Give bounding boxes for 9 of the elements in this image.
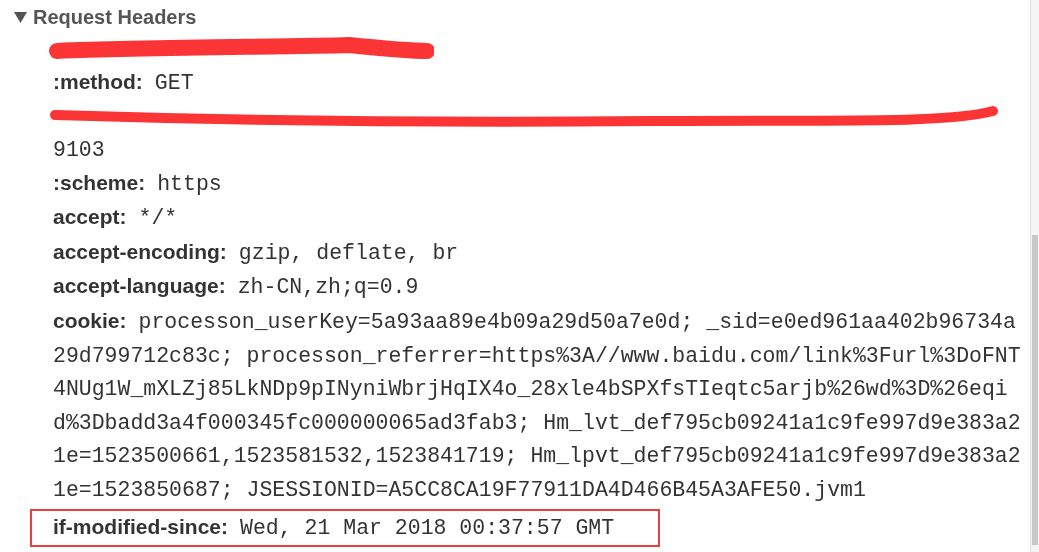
- header-value: 9103: [53, 136, 105, 164]
- header-line: :method: GET: [53, 69, 194, 97]
- header-line: accept-encoding: gzip, deflate, br: [53, 238, 459, 267]
- header-line: :scheme: https: [53, 169, 222, 198]
- section-title: Request Headers: [33, 5, 197, 30]
- header-line: accept-language: zh-CN,zh;q=0.9: [53, 273, 419, 302]
- scrollbar-thumb[interactable]: [1032, 235, 1038, 545]
- disclosure-triangle-icon[interactable]: [14, 11, 27, 23]
- header-line: accept: */*: [53, 204, 178, 233]
